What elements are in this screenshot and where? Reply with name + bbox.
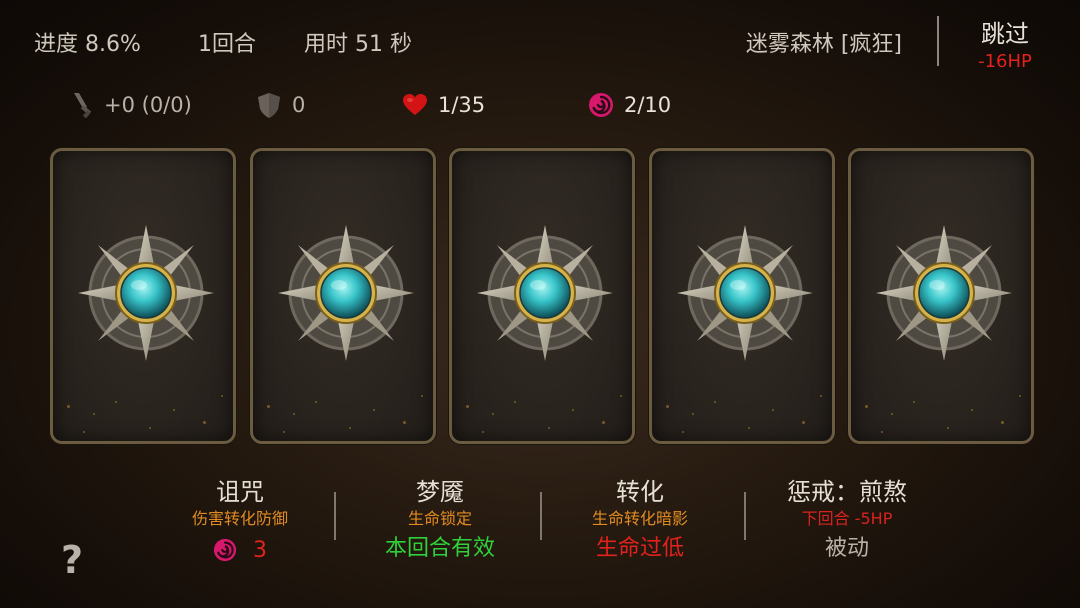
card-speck xyxy=(771,409,774,411)
card-speck xyxy=(913,401,915,403)
punish-title: 惩戒：煎熬 xyxy=(787,478,907,506)
defense-value: 0 xyxy=(292,93,306,117)
card-speck xyxy=(665,405,669,408)
card-4[interactable] xyxy=(648,148,835,444)
card-speck xyxy=(947,427,949,429)
card-speck xyxy=(402,421,406,424)
sword-icon xyxy=(74,93,92,119)
corruption-stat: 2/10 xyxy=(588,88,671,122)
card-1[interactable] xyxy=(50,148,236,444)
card-speck xyxy=(83,431,85,433)
card-speck xyxy=(203,421,206,424)
effect-nightmare[interactable]: 梦魇 生命锁定 本回合有效 xyxy=(350,476,530,566)
card-speck xyxy=(482,431,484,433)
card-speck xyxy=(602,421,605,424)
round-text: 1回合 xyxy=(198,32,256,57)
location-text: 迷雾森林 [疯狂] xyxy=(745,32,902,57)
card-speck xyxy=(572,409,574,411)
progress-text: 进度 8.6% xyxy=(34,32,141,57)
card-5[interactable] xyxy=(848,148,1034,444)
transform-desc: 生命转化暗影 xyxy=(591,509,688,528)
nightmare-desc: 生命锁定 xyxy=(407,509,472,528)
card-speck xyxy=(891,413,893,415)
card-speck xyxy=(865,405,868,408)
card-3[interactable] xyxy=(449,148,635,444)
compass-star-icon xyxy=(276,223,416,363)
effect-curse[interactable]: 诅咒 伤害转化防御 3 xyxy=(140,476,340,566)
help-button[interactable]: ? xyxy=(54,538,90,582)
card-speck xyxy=(282,431,285,433)
card-speck xyxy=(115,401,117,403)
card-speck xyxy=(466,405,469,408)
card-speck xyxy=(747,427,750,429)
shield-icon xyxy=(258,93,280,118)
card-speck xyxy=(348,427,351,429)
card-speck xyxy=(801,421,805,424)
card-speck xyxy=(681,431,684,433)
punish-desc: 下回合 -5HP xyxy=(801,509,893,528)
top-bar: 进度 8.6% 1回合 用时 51 秒 迷雾森林 [疯狂] 跳过 -16HP xyxy=(0,0,1080,80)
divider xyxy=(937,16,939,66)
card-speck xyxy=(691,413,694,415)
card-speck xyxy=(314,401,317,403)
card-speck xyxy=(819,395,822,397)
health-value: 1/35 xyxy=(438,93,486,117)
effect-punish[interactable]: 惩戒：煎熬 下回合 -5HP 被动 xyxy=(752,476,942,566)
card-speck xyxy=(713,401,716,403)
health-stat: 1/35 xyxy=(402,88,485,122)
curse-count: 3 xyxy=(140,534,340,566)
compass-star-icon xyxy=(675,223,815,363)
attack-stat: +0 (0/0) xyxy=(70,88,192,122)
card-speck xyxy=(221,395,223,397)
card-speck xyxy=(971,409,973,411)
card-speck xyxy=(67,405,70,408)
card-speck xyxy=(173,409,175,411)
skip-cost: -16HP xyxy=(978,51,1032,72)
card-speck xyxy=(372,409,375,411)
curse-title: 诅咒 xyxy=(216,478,264,506)
card-speck xyxy=(292,413,295,415)
defense-stat: 0 xyxy=(256,88,305,122)
compass-star-icon xyxy=(76,223,216,363)
card-speck xyxy=(266,405,270,408)
card-speck xyxy=(149,427,151,429)
punish-status: 被动 xyxy=(824,536,869,561)
card-speck xyxy=(93,413,95,415)
spiral-icon xyxy=(589,93,613,117)
curse-desc: 伤害转化防御 xyxy=(191,509,288,528)
effect-divider xyxy=(334,492,336,540)
transform-status: 生命过低 xyxy=(595,536,684,561)
skip-label: 跳过 xyxy=(981,20,1029,48)
nightmare-status: 本回合有效 xyxy=(384,536,495,561)
spiral-icon xyxy=(213,538,237,562)
card-speck xyxy=(420,395,423,397)
compass-star-icon xyxy=(874,223,1014,363)
corruption-value: 2/10 xyxy=(624,93,672,117)
card-2[interactable] xyxy=(249,148,436,444)
effect-transform[interactable]: 转化 生命转化暗影 生命过低 xyxy=(550,476,730,566)
skip-button[interactable]: 跳过 -16HP xyxy=(960,14,1050,74)
heart-icon xyxy=(403,94,427,115)
card-speck xyxy=(492,413,494,415)
curse-count-value: 3 xyxy=(253,537,267,563)
card-speck xyxy=(514,401,516,403)
nightmare-title: 梦魇 xyxy=(416,478,464,506)
card-speck xyxy=(1001,421,1004,424)
card-speck xyxy=(620,395,622,397)
time-text: 用时 51 秒 xyxy=(304,32,412,57)
attack-value: +0 (0/0) xyxy=(104,93,192,117)
compass-star-icon xyxy=(475,223,615,363)
resource-bar: +0 (0/0) 0 1/35 2/10 xyxy=(0,88,1080,122)
effect-divider xyxy=(744,492,746,540)
effect-divider xyxy=(540,492,542,540)
card-speck xyxy=(548,427,550,429)
transform-title: 转化 xyxy=(616,478,664,506)
card-speck xyxy=(881,431,883,433)
card-speck xyxy=(1019,395,1021,397)
